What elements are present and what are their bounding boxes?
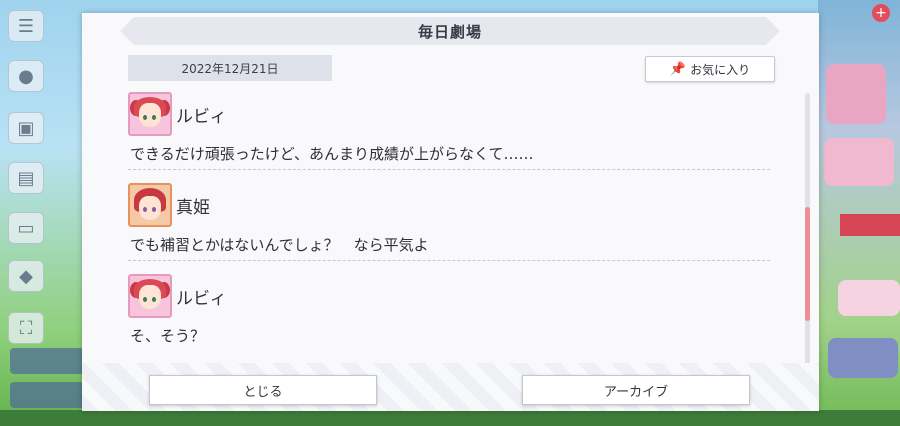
pin-icon: 📌: [669, 61, 687, 77]
maki-avatar: [128, 183, 172, 227]
scrollbar-thumb[interactable]: [805, 207, 810, 321]
dialogue-text: そ、そう？: [130, 326, 206, 345]
archive-button[interactable]: アーカイブ: [522, 375, 750, 405]
chat-icon: ●: [8, 60, 44, 92]
plus-icon: +: [872, 4, 890, 22]
speaker-name: ルビィ: [176, 288, 227, 309]
conversation-entry: ルビィ できるだけ頑張ったけど、あんまり成績が上がらなくて……: [128, 91, 770, 170]
ruby-avatar: [128, 92, 172, 136]
screen-icon: ▭: [8, 212, 44, 244]
background-left-menu: ☰ ● ▣ ▤ ▭ ◆ ⛶: [0, 0, 84, 426]
conversation-entry: ルビィ そ、そう？: [128, 273, 770, 351]
close-button[interactable]: とじる: [149, 375, 377, 405]
favorite-button[interactable]: 📌 お気に入り: [645, 56, 775, 82]
fullscreen-icon: ⛶: [8, 312, 44, 344]
background-panel: [838, 280, 900, 316]
background-ground: [0, 410, 900, 426]
daily-theater-dialog: 毎日劇場 2022年12月21日 📌 お気に入り ルビィ できるだけ頑張ったけど…: [82, 13, 819, 411]
conversation-entry: 真姫 でも補習とかはないんでしょ？ なら平気よ: [128, 182, 770, 261]
divider: [128, 169, 770, 170]
ruby-avatar: [128, 274, 172, 318]
background-panel: [824, 138, 894, 186]
menu-icon: ☰: [8, 10, 44, 42]
background-panel: [10, 348, 84, 374]
dialog-footer: とじる アーカイブ: [82, 363, 819, 411]
date-label: 2022年12月21日: [128, 55, 332, 81]
speaker-name: 真姫: [176, 197, 210, 218]
shop-icon: ▣: [8, 112, 44, 144]
dialogue-text: でも補習とかはないんでしょ？ なら平気よ: [130, 235, 429, 254]
dialog-title: 毎日劇場: [120, 17, 780, 45]
favorite-label: お気に入り: [690, 62, 751, 77]
background-tag: [840, 214, 900, 236]
gift-icon: ▤: [8, 162, 44, 194]
background-panel: [826, 64, 886, 124]
background-panel: [10, 382, 84, 408]
background-right-panel: [818, 0, 900, 426]
scrollbar[interactable]: [805, 93, 810, 365]
trophy-icon: ◆: [8, 260, 44, 292]
background-panel: [828, 338, 898, 378]
divider: [128, 260, 770, 261]
speaker-name: ルビィ: [176, 106, 227, 127]
dialogue-text: できるだけ頑張ったけど、あんまり成績が上がらなくて……: [130, 144, 534, 163]
conversation-list[interactable]: ルビィ できるだけ頑張ったけど、あんまり成績が上がらなくて…… 真姫 でも補習と…: [128, 91, 774, 371]
